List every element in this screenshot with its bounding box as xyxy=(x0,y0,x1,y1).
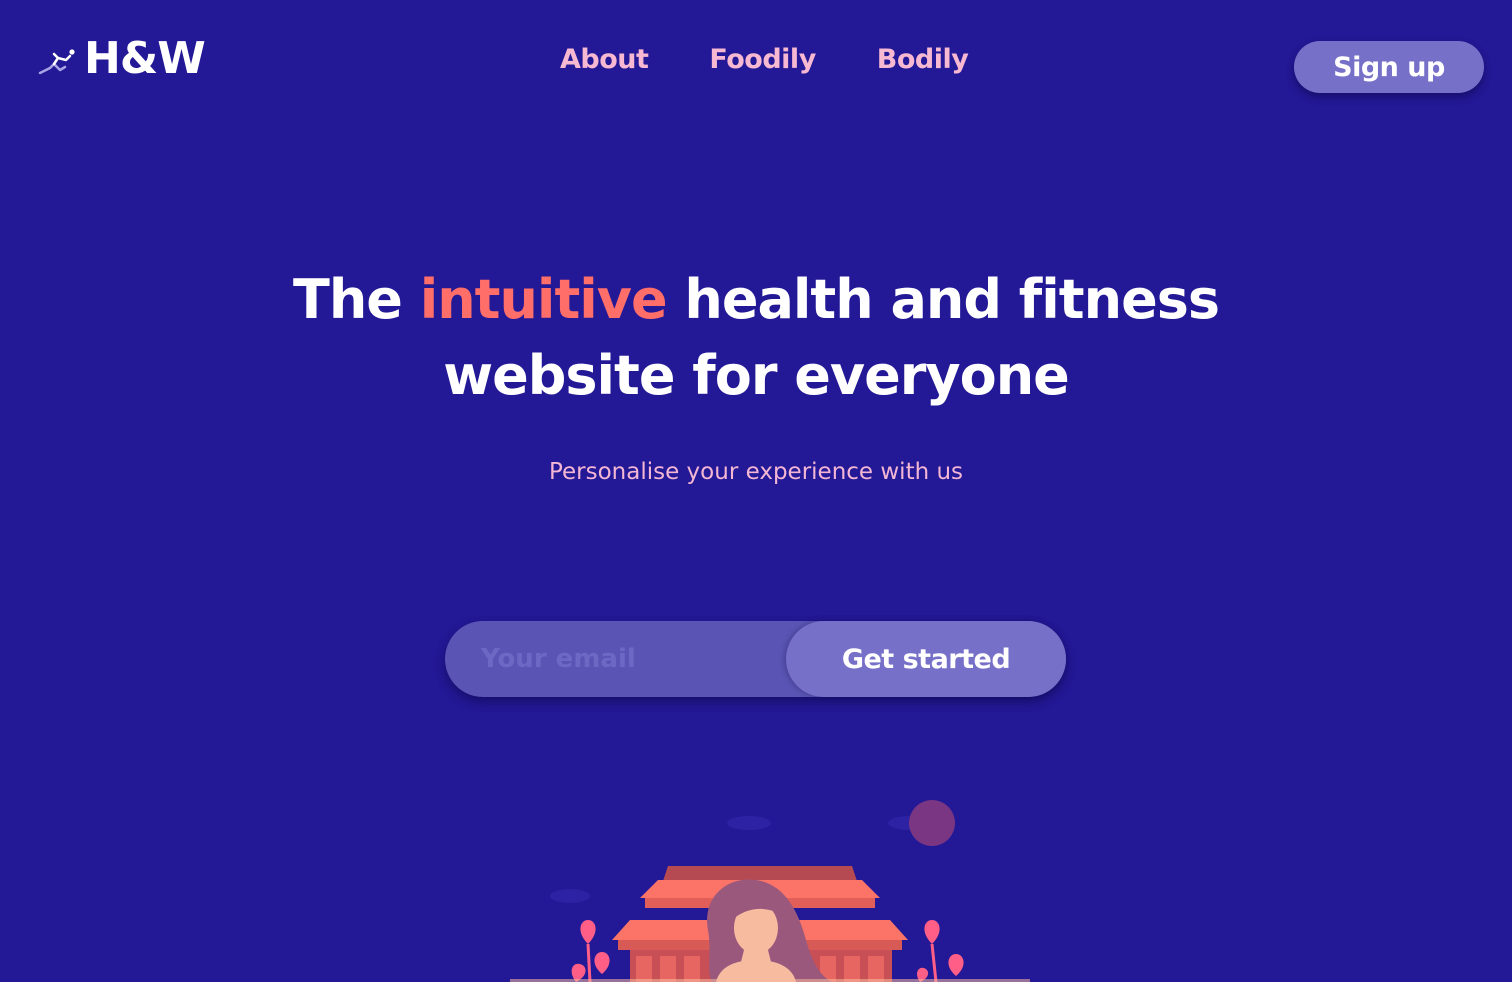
plant-stem xyxy=(930,943,938,982)
hero-illustration xyxy=(510,800,1030,982)
plant-leaf xyxy=(594,952,610,974)
temple-column xyxy=(844,956,860,982)
hero-title: The intuitive health and fitness website… xyxy=(206,262,1306,414)
runner-icon xyxy=(38,49,75,75)
nav-link-bodily[interactable]: Bodily xyxy=(877,40,969,80)
landing-page: H&W About Foodily Bodily Sign up The int… xyxy=(0,0,1512,982)
temple-column xyxy=(636,956,652,982)
hero-subtitle: Personalise your experience with us xyxy=(548,459,964,485)
email-input[interactable] xyxy=(445,621,805,697)
nav-link-foodily[interactable]: Foodily xyxy=(709,40,816,80)
sun-shape xyxy=(909,800,955,846)
email-signup-form: Get started xyxy=(445,621,1066,697)
temple-column xyxy=(868,956,884,982)
cloud-shape xyxy=(550,889,590,903)
main-nav: About Foodily Bodily xyxy=(560,40,969,80)
plant-leaf xyxy=(924,920,940,944)
plant-leaf xyxy=(948,954,964,976)
plant-stem xyxy=(586,943,592,982)
cloud-shape xyxy=(727,816,771,830)
logo-link[interactable]: H&W xyxy=(38,33,206,84)
hero-title-accent: intuitive xyxy=(419,268,668,331)
temple-column xyxy=(684,956,700,982)
hero-title-start: The xyxy=(293,268,420,331)
get-started-button[interactable]: Get started xyxy=(786,621,1066,697)
sign-up-button[interactable]: Sign up xyxy=(1294,41,1484,93)
logo-text: H&W xyxy=(84,33,206,84)
plant-leaf xyxy=(580,920,596,944)
temple-column xyxy=(660,956,676,982)
nav-link-about[interactable]: About xyxy=(560,40,649,80)
